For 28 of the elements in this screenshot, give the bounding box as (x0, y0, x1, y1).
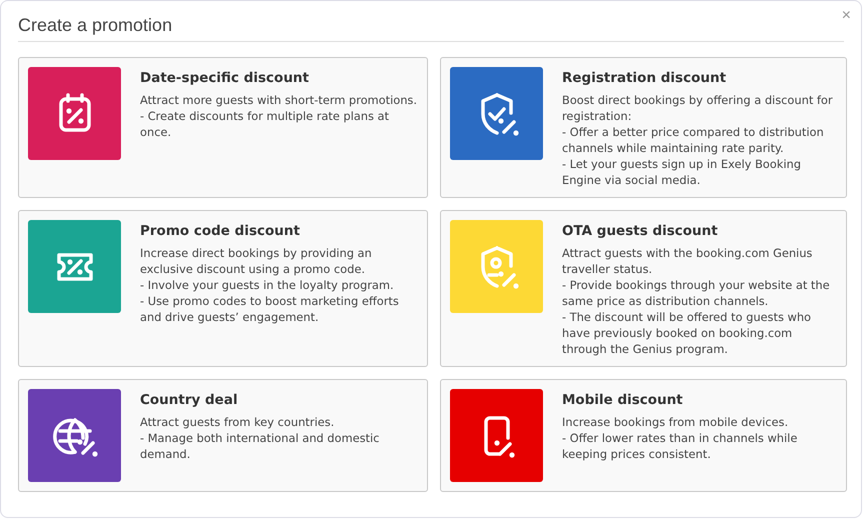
promotion-card[interactable]: Mobile discount Increase bookings from mobile devices. - Offer lower rates than in channels while keeping prices consistent. (440, 379, 847, 492)
promotion-description: - Let your guests sign up in Exely Booking Engine via social media. (562, 156, 802, 188)
promotion-description: - Provide bookings through your website at the same price as distribution channels. (562, 277, 831, 309)
promotion-description: - Offer lower rates than in channels while keeping prices consistent. (562, 430, 798, 462)
promotion-card[interactable]: Date-specific discount Attract more guests with short-term promotions. - Create discounts for multiple rate plans at once. (18, 57, 428, 198)
promotion-description: Attract guests from key countries. (140, 414, 336, 430)
promotion-description: - Create discounts for multiple rate plans at once. (140, 108, 390, 140)
dialog-title: Create a promotion (18, 14, 172, 36)
promotion-title: Mobile discount (562, 392, 684, 408)
promotion-description: - Offer a better price compared to distribution channels while maintaining rate parity. (562, 124, 825, 156)
promotion-card[interactable]: Country deal Attract guests from key countries. - Manage both international and domestic demand. (18, 379, 428, 492)
promotion-description: Attract guests with the booking.com Genius traveller status. (562, 245, 814, 277)
promotion-title: Country deal (140, 392, 239, 408)
promotion-description: Boost direct bookings by offering a discount for registration: (562, 92, 834, 124)
promotion-card[interactable] (18, 210, 428, 367)
promotion-title: Promo code discount (140, 223, 301, 239)
promotion-description: - Manage both international and domestic demand. (140, 430, 380, 462)
promotion-title: OTA guests discount (562, 223, 719, 239)
promotion-title: Registration discount (562, 70, 728, 86)
promotion-description: - Use promo codes to boost marketing efforts and drive guests’ engagement. (140, 293, 400, 325)
promotion-card[interactable] (440, 57, 847, 198)
promotion-description: Increase bookings from mobile devices. (562, 414, 790, 430)
promotion-description: Attract more guests with short-term promotions. (140, 92, 418, 108)
promotion-card[interactable] (440, 210, 847, 367)
promotion-title: Date-specific discount (140, 70, 310, 86)
promotion-description: - The discount will be offered to guests who have previously booked on booking.com through the Genius program. (562, 309, 812, 357)
promotion-description: Increase direct bookings by providing an exclusive discount using a promo code. (140, 245, 373, 277)
promotion-description: - Involve your guests in the loyalty program. (140, 277, 395, 293)
